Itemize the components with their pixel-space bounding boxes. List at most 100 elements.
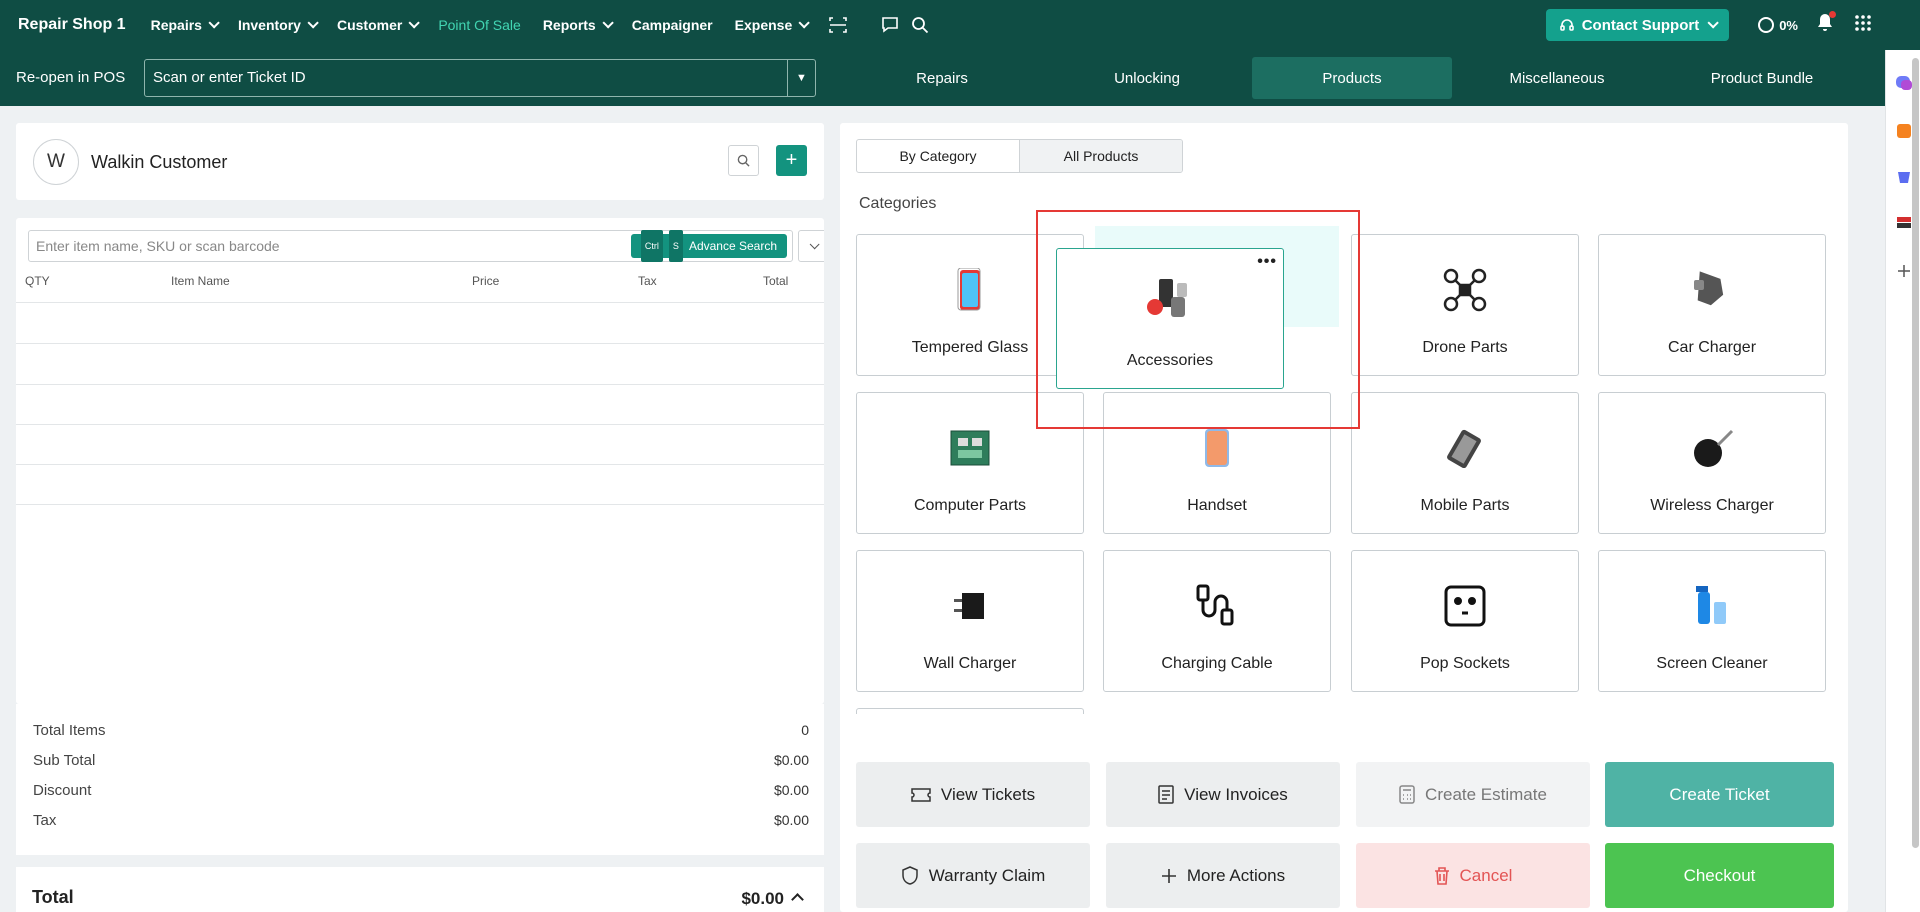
avatar: W (33, 139, 79, 185)
plus-icon: + (785, 149, 798, 171)
cart-items-card: Enter item name, SKU or scan barcode Ctr… (16, 218, 824, 704)
all-products-button[interactable]: All Products (1019, 140, 1182, 172)
phone-parts-icon (1440, 423, 1490, 473)
chevron-down-icon (602, 17, 614, 29)
scrollbar[interactable] (1912, 58, 1919, 848)
caret-down-icon[interactable]: ▼ (787, 60, 815, 96)
circuit-board-icon (945, 423, 995, 473)
item-search-dropdown[interactable] (798, 230, 824, 262)
nav-expense[interactable]: Expense (735, 17, 811, 33)
wireless-charger-icon (1687, 423, 1737, 473)
drone-icon (1440, 265, 1490, 315)
shopping-icon[interactable] (1895, 122, 1913, 140)
category-wireless-charger[interactable]: Wireless Charger (1598, 392, 1826, 534)
calculator-icon (1399, 785, 1415, 804)
chat-icon[interactable] (881, 16, 899, 34)
table-row-divider (16, 504, 824, 505)
category-car-charger[interactable]: Car Charger (1598, 234, 1826, 376)
tab-repairs[interactable]: Repairs (842, 57, 1042, 99)
notification-dot (1829, 10, 1836, 18)
tab-product-bundle[interactable]: Product Bundle (1662, 57, 1862, 99)
ticket-icon (911, 787, 931, 802)
top-navigation: Repair Shop 1 Repairs Inventory Customer… (0, 0, 1920, 50)
scan-icon[interactable] (829, 16, 848, 34)
sub-total-row: Sub Total $0.00 (33, 752, 809, 769)
category-charging-cable[interactable]: Charging Cable (1103, 550, 1331, 692)
chevron-up-icon[interactable] (791, 893, 804, 906)
discount-row: Discount $0.00 (33, 782, 809, 799)
view-invoices-button[interactable]: View Invoices (1106, 762, 1340, 827)
chevron-down-icon (809, 238, 820, 249)
spray-bottle-icon (1687, 581, 1737, 631)
grand-total-value: $0.00 (741, 889, 784, 908)
category-pop-sockets[interactable]: Pop Sockets (1351, 550, 1579, 692)
nav-reports[interactable]: Reports (543, 17, 614, 33)
nav-repairs[interactable]: Repairs (151, 17, 220, 33)
grand-total-label: Total (32, 887, 74, 907)
category-mobile-parts[interactable]: Mobile Parts (1351, 392, 1579, 534)
progress-indicator[interactable]: 0% (1757, 16, 1798, 34)
invoice-icon (1158, 785, 1174, 804)
progress-ring-icon (1758, 17, 1775, 33)
chevron-down-icon (408, 17, 421, 29)
by-category-button[interactable]: By Category (857, 140, 1019, 172)
nav-customer[interactable]: Customer (337, 17, 421, 33)
column-tax: Tax (638, 274, 657, 288)
create-ticket-button[interactable]: Create Ticket (1605, 762, 1834, 827)
copilot-icon[interactable] (1895, 74, 1913, 92)
category-drone-parts[interactable]: Drone Parts (1351, 234, 1579, 376)
brand-name[interactable]: Repair Shop 1 (18, 16, 126, 34)
chevron-down-icon (798, 17, 811, 29)
socket-icon (1440, 581, 1490, 631)
phone-icon (1192, 423, 1242, 473)
nav-point-of-sale[interactable]: Point Of Sale (438, 17, 521, 33)
ticket-id-input[interactable]: Scan or enter Ticket ID ▼ (144, 59, 816, 97)
shortcut-s-key: S (668, 230, 683, 262)
chevron-down-icon (208, 17, 220, 29)
add-plus-icon[interactable] (1895, 262, 1913, 280)
table-row-divider (16, 343, 824, 344)
add-customer-button[interactable]: + (776, 145, 807, 176)
pos-subbar: Re-open in POS Scan or enter Ticket ID ▼… (0, 50, 1885, 106)
notifications-bell-icon[interactable] (1816, 10, 1836, 38)
customer-search-button[interactable] (728, 145, 759, 176)
column-qty: QTY (25, 274, 50, 288)
apps-grid-icon[interactable] (1854, 14, 1872, 37)
table-row-divider (16, 424, 824, 425)
totals-card: Total Items 0 Sub Total $0.00 Discount $0.0… (16, 704, 824, 855)
shield-icon (902, 866, 918, 885)
warranty-claim-button[interactable]: Warranty Claim (856, 843, 1090, 908)
column-item-name: Item Name (171, 274, 230, 288)
nav-inventory[interactable]: Inventory (238, 17, 319, 33)
tab-miscellaneous[interactable]: Miscellaneous (1457, 57, 1657, 99)
table-row-divider (16, 302, 824, 303)
cable-icon (1192, 581, 1242, 631)
highlight-box (1036, 210, 1360, 429)
tab-products[interactable]: Products (1252, 57, 1452, 99)
item-search-input[interactable]: Enter item name, SKU or scan barcode Ctr… (28, 230, 793, 262)
checkout-button[interactable]: Checkout (1605, 843, 1834, 908)
more-actions-button[interactable]: More Actions (1106, 843, 1340, 908)
grand-total-card[interactable]: Total $0.00 (16, 867, 824, 912)
shortcut-ctrl-key: Ctrl (640, 230, 663, 262)
plus-icon (1161, 868, 1176, 883)
gem-icon[interactable] (1895, 168, 1913, 186)
create-estimate-button[interactable]: Create Estimate (1356, 762, 1590, 827)
category-wall-charger[interactable]: Wall Charger (856, 550, 1084, 692)
category-card-partial[interactable] (856, 708, 1084, 714)
table-row-divider (16, 384, 824, 385)
view-tickets-button[interactable]: View Tickets (856, 762, 1090, 827)
contact-support-button[interactable]: Contact Support (1545, 9, 1730, 41)
headset-icon (1559, 19, 1574, 31)
category-screen-cleaner[interactable]: Screen Cleaner (1598, 550, 1826, 692)
customer-name[interactable]: Walkin Customer (91, 152, 227, 173)
categories-title: Categories (859, 195, 937, 212)
search-icon[interactable] (911, 16, 929, 34)
tab-unlocking[interactable]: Unlocking (1047, 57, 1247, 99)
cancel-button[interactable]: Cancel (1356, 843, 1590, 908)
column-total: Total (763, 274, 789, 288)
tempered-glass-icon (945, 265, 995, 315)
office-icon[interactable] (1895, 214, 1913, 232)
nav-campaigner[interactable]: Campaigner (632, 17, 713, 33)
advance-search-button[interactable]: Ctrl S Advance Search (630, 230, 787, 262)
